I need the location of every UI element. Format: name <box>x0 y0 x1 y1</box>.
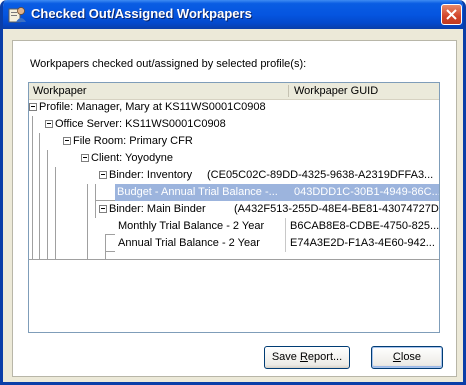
collapse-icon[interactable] <box>29 103 37 111</box>
cell-divider <box>285 218 286 252</box>
tree-row-annual-tb[interactable]: Annual Trial Balance - 2 Year E74A3E2D-F… <box>115 235 439 252</box>
button-mnemonic: R <box>299 351 308 363</box>
button-mnemonic: C <box>392 351 401 363</box>
title-bar[interactable]: Checked Out/Assigned Workpapers <box>3 0 463 29</box>
tree-row-label: Monthly Trial Balance - 2 Year <box>118 220 265 232</box>
workpaper-tree-list[interactable]: Workpaper Workpaper GUID Profile: Manage… <box>28 82 440 333</box>
close-icon <box>446 9 457 20</box>
tree-row-client[interactable]: Client: Yoyodyne <box>81 150 289 167</box>
column-header-workpaper[interactable]: Workpaper <box>33 85 87 97</box>
tree-row-label: Profile: Manager, Mary at KS11WS0001C090… <box>39 101 266 113</box>
tree-row-guid: B6CAB8E8-CDBE-4750-825... <box>290 220 439 232</box>
button-label: Save <box>271 351 300 363</box>
close-button[interactable]: Close <box>371 346 443 369</box>
close-window-button[interactable] <box>441 4 462 25</box>
button-label: eport... <box>307 351 343 363</box>
collapse-icon[interactable] <box>63 137 71 145</box>
app-icon <box>8 6 26 23</box>
tree-row-label: Budget - Annual Trial Balance -... <box>117 186 278 198</box>
tree-row-label: Binder: Inventory <box>109 169 193 181</box>
button-label: lose <box>400 351 422 363</box>
collapse-icon[interactable] <box>99 171 107 179</box>
description-label: Workpapers checked out/assigned by selec… <box>30 58 307 70</box>
collapse-icon[interactable] <box>81 154 89 162</box>
tree-row-label: Binder: Main Binder <box>109 203 206 215</box>
list-header: Workpaper Workpaper GUID <box>29 83 439 100</box>
tree-row-guid: E74A3E2D-F1A3-4E60-942... <box>290 237 435 249</box>
tree-row-label: Client: Yoyodyne <box>91 152 173 164</box>
tree-row-guid: (CE05C02C-89DD-4325-9638-A2319DFFA3... <box>207 169 434 181</box>
tree-row-binder-inventory[interactable]: Binder: Inventory (CE05C02C-89DD-4325-96… <box>99 167 439 184</box>
collapse-icon[interactable] <box>45 120 53 128</box>
tree-row-label: File Room: Primary CFR <box>73 135 193 147</box>
tree-row-file-room[interactable]: File Room: Primary CFR <box>63 133 289 150</box>
tree-row-budget-selected[interactable]: Budget - Annual Trial Balance -... 043DD… <box>115 184 439 201</box>
tree-row-profile[interactable]: Profile: Manager, Mary at KS11WS0001C090… <box>29 99 289 116</box>
column-divider[interactable] <box>288 85 289 97</box>
tree-row-monthly-tb[interactable]: Monthly Trial Balance - 2 Year B6CAB8E8-… <box>115 218 439 235</box>
tree-row-label: Annual Trial Balance - 2 Year <box>118 237 260 249</box>
tree-row-guid: 043DDD1C-30B1-4949-86C... <box>294 186 439 198</box>
collapse-icon[interactable] <box>99 205 107 213</box>
tree-row-office-server[interactable]: Office Server: KS11WS0001C0908 <box>45 116 289 133</box>
column-header-guid[interactable]: Workpaper GUID <box>294 85 378 97</box>
tree-row-binder-main[interactable]: Binder: Main Binder (A432F513-255D-48E4-… <box>99 201 439 218</box>
tree-row-guid: (A432F513-255D-48E4-BE81-43074727D... <box>234 203 439 215</box>
tree-row-label: Office Server: KS11WS0001C0908 <box>55 118 226 130</box>
save-report-button[interactable]: Save Report... <box>264 346 350 369</box>
window-title: Checked Out/Assigned Workpapers <box>31 6 252 21</box>
